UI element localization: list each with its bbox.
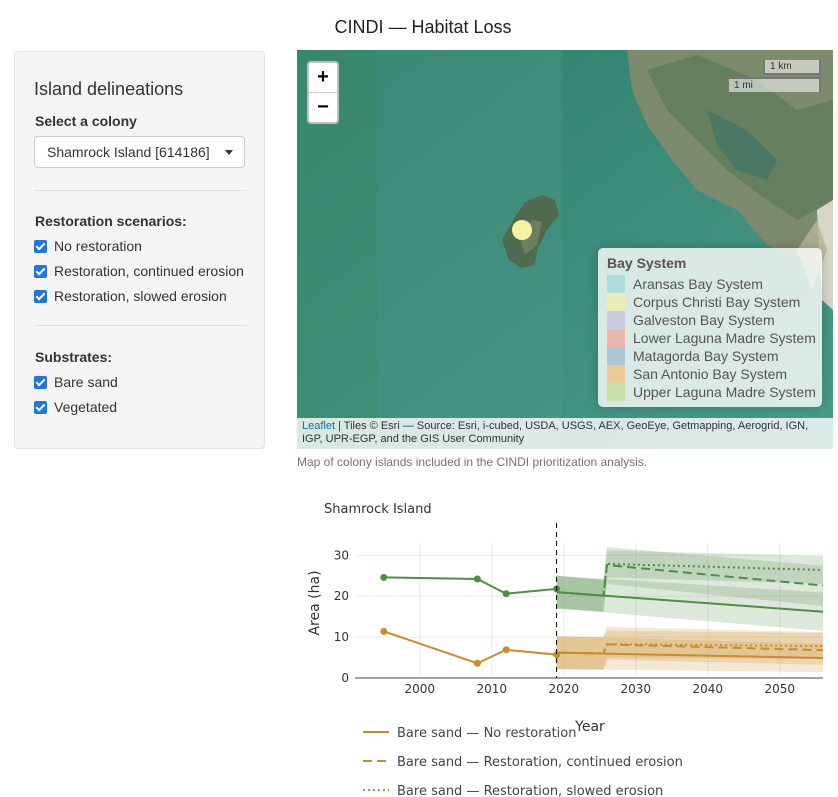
data-point — [380, 573, 388, 581]
map-caption: Map of colony islands included in the CI… — [297, 455, 648, 469]
x-tick-label: 2010 — [477, 682, 508, 696]
divider — [34, 325, 247, 326]
legend-swatch — [607, 311, 625, 329]
checkbox-label: Restoration, continued erosion — [54, 263, 244, 279]
scenario-checkbox-continued-erosion[interactable]: Restoration, continued erosion — [34, 262, 244, 280]
x-tick-label: 2030 — [621, 682, 652, 696]
zoom-in-button[interactable]: + — [309, 63, 337, 92]
legend-label: Bare sand — Restoration, slowed erosion — [397, 784, 663, 797]
x-tick-label: 2000 — [405, 682, 436, 696]
leaflet-link[interactable]: Leaflet — [302, 420, 335, 432]
data-point — [502, 590, 510, 598]
checkbox-label: No restoration — [54, 238, 142, 254]
data-point — [502, 646, 510, 654]
legend-label: Bare sand — Restoration, continued erosi… — [397, 755, 683, 770]
bay-system-legend: Bay System Aransas Bay System Corpus Chr… — [598, 248, 822, 407]
y-tick-label: 10 — [334, 630, 349, 644]
y-axis-label: Area (ha) — [307, 570, 323, 635]
sidebar-heading: Island delineations — [34, 79, 184, 99]
colony-map[interactable]: + − 1 km 1 mi Bay System Aransas Bay Sys… — [297, 50, 833, 449]
legend-item: San Antonio Bay System — [607, 365, 787, 383]
legend-item: Galveston Bay System — [607, 311, 775, 329]
checkbox-checked-icon[interactable] — [34, 401, 47, 414]
page-title: CINDI — Habitat Loss — [334, 17, 512, 37]
data-point — [473, 575, 481, 583]
legend-title: Bay System — [607, 255, 687, 271]
legend-swatch — [607, 329, 625, 347]
checkbox-label: Restoration, slowed erosion — [54, 288, 227, 304]
scale-bar-mi: 1 mi — [727, 77, 821, 92]
checkbox-checked-icon[interactable] — [34, 376, 47, 389]
legend-swatch — [607, 275, 625, 293]
divider — [34, 190, 247, 191]
chart-title: Shamrock Island — [324, 502, 432, 517]
legend-label: Bare sand — No restoration — [397, 726, 576, 741]
data-point — [473, 659, 481, 667]
checkbox-label: Bare sand — [54, 374, 118, 390]
map-attribution: Leaflet | Tiles © Esri — Source: Esri, i… — [297, 418, 833, 449]
substrates-label: Substrates: — [35, 349, 113, 365]
substrate-checkbox-bare-sand[interactable]: Bare sand — [34, 373, 118, 391]
attribution-text: | Tiles © Esri — Source: Esri, i-cubed, … — [302, 420, 809, 445]
y-tick-label: 30 — [334, 548, 349, 562]
control-panel: Island delineations Select a colony Sham… — [14, 51, 265, 449]
legend-swatch — [607, 383, 625, 401]
legend-item: Corpus Christi Bay System — [607, 293, 800, 311]
legend-item: Aransas Bay System — [607, 275, 763, 293]
scenario-checkbox-slowed-erosion[interactable]: Restoration, slowed erosion — [34, 287, 227, 305]
observed-line — [383, 630, 557, 665]
y-tick-label: 0 — [341, 671, 349, 685]
observed-line — [383, 576, 557, 595]
legend-swatch — [607, 293, 625, 311]
checkbox-checked-icon[interactable] — [34, 240, 47, 253]
legend-swatch — [607, 347, 625, 365]
scale-bar-km: 1 km — [763, 60, 821, 75]
x-axis-label: Year — [574, 719, 605, 735]
colony-select-value: Shamrock Island [614186] — [47, 144, 210, 160]
checkbox-checked-icon[interactable] — [34, 290, 47, 303]
y-tick-label: 20 — [334, 589, 349, 603]
checkbox-checked-icon[interactable] — [34, 265, 47, 278]
scenario-checkbox-no-restoration[interactable]: No restoration — [34, 237, 142, 255]
checkbox-label: Vegetated — [54, 399, 118, 415]
scenarios-label: Restoration scenarios: — [35, 213, 187, 229]
colony-select[interactable]: Shamrock Island [614186] — [34, 136, 245, 168]
zoom-control: + − — [307, 61, 339, 124]
caret-down-icon — [225, 150, 233, 155]
zoom-out-button[interactable]: − — [309, 92, 337, 122]
colony-select-label: Select a colony — [35, 113, 137, 129]
x-tick-label: 2020 — [549, 682, 580, 696]
legend-swatch — [607, 365, 625, 383]
substrate-checkbox-vegetated[interactable]: Vegetated — [34, 398, 117, 416]
legend-item: Matagorda Bay System — [607, 347, 779, 365]
x-tick-label: 2040 — [693, 682, 724, 696]
legend-item: Lower Laguna Madre System — [607, 329, 816, 347]
x-tick-label: 2050 — [765, 682, 796, 696]
legend-item: Upper Laguna Madre System — [607, 383, 816, 401]
habitat-area-chart[interactable]: Shamrock Island 01020302000 2010 2020 2030 2… — [297, 495, 833, 797]
data-point — [380, 627, 388, 635]
